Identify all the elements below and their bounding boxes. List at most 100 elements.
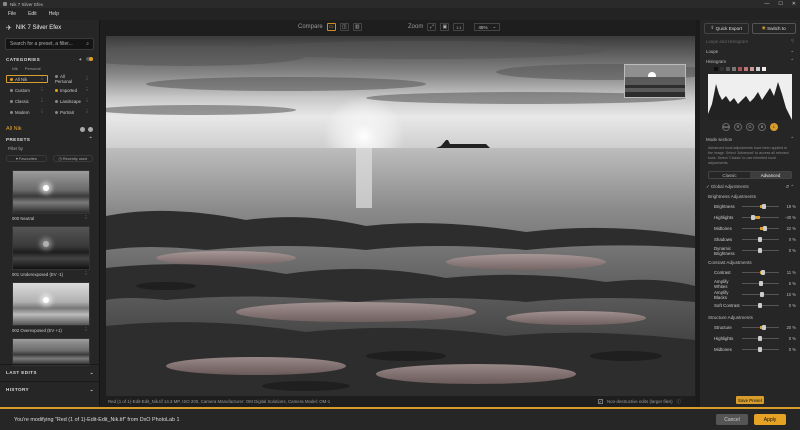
settings-icon[interactable] <box>88 126 93 132</box>
add-preset-icon[interactable] <box>80 126 85 132</box>
menu-file[interactable]: File <box>8 11 16 17</box>
non-destructive-option[interactable]: ✓ Non-destructive edits (larger files) ⓘ <box>598 399 681 405</box>
slider-track[interactable] <box>741 237 780 242</box>
slider-track[interactable] <box>741 248 780 253</box>
category-classic[interactable]: Classic ⋮ <box>6 97 48 105</box>
last-edits-section[interactable]: LAST EDITS ⌄ <box>0 364 100 380</box>
adjustment-slider-row[interactable]: Highlights -40 % <box>700 212 800 223</box>
category-all-personal[interactable]: All Personal ⋮ <box>51 74 93 84</box>
adjustment-slider-row[interactable]: Midtones 0 % <box>700 344 800 355</box>
slider-handle[interactable] <box>759 281 764 286</box>
cancel-button[interactable]: Cancel <box>716 414 748 425</box>
slider-handle[interactable] <box>758 303 763 308</box>
adjustment-slider-row[interactable]: Amplify Whites 5 % <box>700 278 800 289</box>
more-icon[interactable]: ⋮ <box>85 87 89 93</box>
slider-handle[interactable] <box>760 270 765 275</box>
more-icon[interactable]: ⋮ <box>40 87 44 93</box>
slider-track[interactable] <box>741 347 780 352</box>
adjustment-slider-row[interactable]: Structure 20 % <box>700 322 800 333</box>
category-landscape[interactable]: Landscape ⋮ <box>51 97 93 105</box>
quick-export-button[interactable]: ⇧ Quick Export <box>704 22 749 34</box>
slider-handle[interactable] <box>760 292 765 297</box>
slider-handle[interactable] <box>758 237 763 242</box>
save-preset-button[interactable]: Save Preset <box>736 396 764 404</box>
tab-personal[interactable]: Personal <box>23 66 43 71</box>
mode-advanced-button[interactable]: Advanced <box>750 172 791 178</box>
adjustment-slider-row[interactable]: Contrast 11 % <box>700 267 800 278</box>
minimize-button[interactable]: — <box>764 1 769 7</box>
switch-to-button[interactable]: ◉ Switch to <box>751 22 796 34</box>
collapse-icon[interactable]: ⌃ <box>89 136 93 142</box>
more-icon[interactable]: ⋮ <box>85 76 89 82</box>
non-destructive-checkbox[interactable]: ✓ <box>598 399 603 404</box>
mode-section-row[interactable]: Mode section ⌃ <box>700 134 800 144</box>
adjustment-slider-row[interactable]: Brightness 19 % <box>700 201 800 212</box>
slider-handle[interactable] <box>751 215 756 220</box>
category-portrait[interactable]: Portrait ⋮ <box>51 108 93 116</box>
toggle-icon[interactable] <box>86 57 93 61</box>
more-icon[interactable]: ⋮ <box>85 109 89 115</box>
adjustment-slider-row[interactable]: Highlights 0 % <box>700 333 800 344</box>
photo-canvas[interactable] <box>106 36 695 396</box>
menu-help[interactable]: Help <box>49 11 59 17</box>
compare-single-button[interactable]: ▭ <box>326 23 336 31</box>
slider-track[interactable] <box>741 292 780 297</box>
histogram-row[interactable]: Histogram ⌃ <box>700 56 800 66</box>
slider-track[interactable] <box>741 204 780 209</box>
slider-track[interactable] <box>741 303 780 308</box>
tab-nik[interactable]: Nik <box>10 66 20 71</box>
menu-edit[interactable]: Edit <box>28 11 37 17</box>
adjustment-slider-row[interactable]: Dynamic Brightness 0 % <box>700 245 800 256</box>
slider-track[interactable] <box>741 270 780 275</box>
add-icon[interactable]: + <box>79 57 82 62</box>
loupe-row[interactable]: Loupe ⌄ <box>700 46 800 56</box>
preset-item[interactable] <box>12 338 90 366</box>
compare-split-button[interactable]: ◫ <box>339 23 349 31</box>
slider-track[interactable] <box>741 226 780 231</box>
channel-r-button[interactable]: R <box>734 123 742 131</box>
adjustment-slider-row[interactable]: Midtones 22 % <box>700 223 800 234</box>
more-icon[interactable]: ⋮ <box>85 98 89 104</box>
more-icon[interactable]: ⋮ <box>40 76 44 82</box>
search-input[interactable]: Search for a preset, a filter... ⌕ <box>5 38 94 50</box>
more-icon[interactable]: ⋮ <box>84 215 88 221</box>
navigator-thumbnail[interactable] <box>624 64 686 98</box>
pin-icon[interactable]: ⚲ <box>791 38 794 44</box>
slider-track[interactable] <box>741 336 780 341</box>
slider-handle[interactable] <box>762 325 767 330</box>
preset-item[interactable]: 002 Overexposed (EV +1) ⋮ <box>12 282 90 334</box>
slider-handle[interactable] <box>758 347 763 352</box>
channel-rgb-button[interactable]: RGB <box>722 123 730 131</box>
category-custom[interactable]: Custom ⋮ <box>6 86 48 94</box>
category-all-nik[interactable]: All Nik ⋮ <box>6 75 48 83</box>
category-modern[interactable]: Modern ⋮ <box>6 108 48 116</box>
apply-button[interactable]: Apply <box>754 414 786 425</box>
presets-header[interactable]: PRESETS ⌃ <box>0 134 99 144</box>
preset-item[interactable]: 000 Neutral ⋮ <box>12 170 90 222</box>
info-icon[interactable]: ⓘ <box>677 399 681 405</box>
slider-handle[interactable] <box>758 336 763 341</box>
categories-header[interactable]: CATEGORIES + <box>0 54 99 64</box>
zoom-select[interactable]: 45% ⌄ <box>474 23 501 31</box>
slider-handle[interactable] <box>762 226 767 231</box>
close-button[interactable]: ✕ <box>792 1 796 7</box>
channel-g-button[interactable]: G <box>746 123 754 131</box>
zoom-fit-button[interactable]: ⤢ <box>427 23 437 31</box>
recently-used-button[interactable]: ◷ Recently used <box>52 155 93 162</box>
category-imported[interactable]: Imported ⋮ <box>51 86 93 94</box>
favourites-button[interactable]: ♥ Favourites <box>6 155 47 162</box>
zoom-one-button[interactable]: 1:1 <box>453 23 465 31</box>
adjustment-slider-row[interactable]: Shadows 0 % <box>700 234 800 245</box>
mode-classic-button[interactable]: Classic <box>709 172 750 178</box>
slider-track[interactable] <box>741 215 780 220</box>
zoom-fill-button[interactable]: ▣ <box>440 23 450 31</box>
slider-track[interactable] <box>741 325 780 330</box>
compare-side-button[interactable]: ▥ <box>352 23 362 31</box>
preset-item[interactable]: 001 Underexposed (EV -1) ⋮ <box>12 226 90 278</box>
adjustment-slider-row[interactable]: Soft Contrast 0 % <box>700 300 800 311</box>
adjustment-slider-row[interactable]: Amplify Blacks 10 % <box>700 289 800 300</box>
more-icon[interactable]: ⋮ <box>40 98 44 104</box>
history-section[interactable]: HISTORY ⌄ <box>0 381 100 397</box>
slider-track[interactable] <box>741 281 780 286</box>
maximize-button[interactable]: ☐ <box>778 1 782 7</box>
